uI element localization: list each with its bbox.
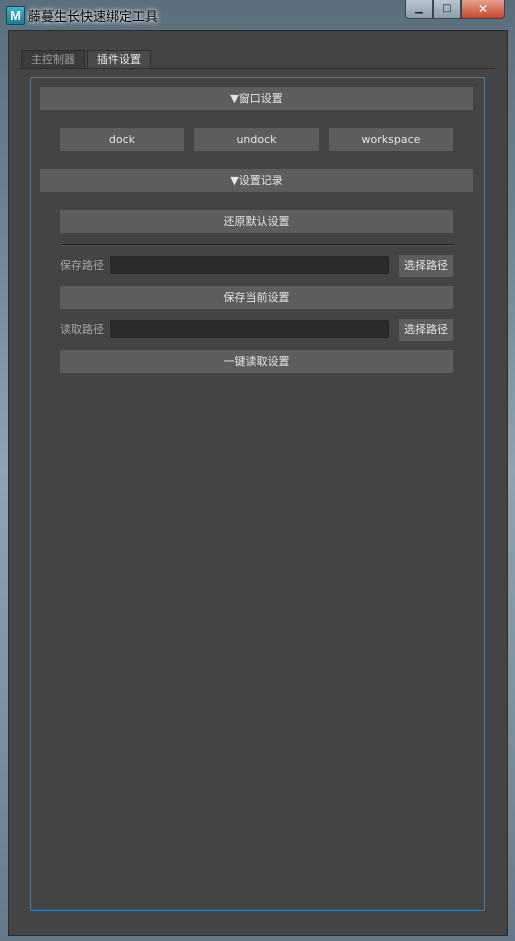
- plugin-settings-panel: ▼窗口设置 dock undock workspace ▼设置记录 还原默认设置…: [30, 77, 485, 911]
- tab-main-controller[interactable]: 主控制器: [21, 50, 85, 69]
- window-client-area: 主控制器 插件设置 ▼窗口设置 dock undock workspace ▼设…: [8, 30, 508, 936]
- save-path-input[interactable]: [110, 256, 389, 274]
- maximize-button[interactable]: □: [433, 0, 461, 19]
- one-click-load-settings-button[interactable]: 一键读取设置: [60, 350, 453, 373]
- minimize-button[interactable]: ▁: [405, 0, 433, 19]
- window-settings-section-header[interactable]: ▼窗口设置: [40, 87, 473, 110]
- tab-plugin-settings[interactable]: 插件设置: [87, 50, 151, 69]
- save-path-browse-button[interactable]: 选择路径: [399, 255, 453, 277]
- close-button[interactable]: ✕: [461, 0, 505, 19]
- separator: [62, 244, 454, 245]
- save-path-label: 保存路径: [60, 259, 104, 272]
- load-path-browse-button[interactable]: 选择路径: [399, 319, 453, 341]
- dock-button[interactable]: dock: [60, 128, 184, 151]
- save-current-settings-button[interactable]: 保存当前设置: [60, 286, 453, 309]
- maya-app-icon: M: [6, 6, 25, 25]
- settings-record-section-header[interactable]: ▼设置记录: [40, 169, 473, 192]
- load-path-input[interactable]: [110, 320, 389, 338]
- restore-default-button[interactable]: 还原默认设置: [60, 210, 453, 233]
- window-controls: ▁ □ ✕: [405, 0, 505, 20]
- window-title: 藤蔓生长快速绑定工具: [28, 10, 159, 25]
- workspace-button[interactable]: workspace: [329, 128, 453, 151]
- undock-button[interactable]: undock: [194, 128, 319, 151]
- load-path-label: 读取路径: [60, 323, 104, 336]
- title-bar[interactable]: M 藤蔓生长快速绑定工具 ▁ □ ✕: [0, 0, 515, 28]
- tab-bar: 主控制器 插件设置: [21, 50, 153, 69]
- tab-divider: [19, 68, 495, 69]
